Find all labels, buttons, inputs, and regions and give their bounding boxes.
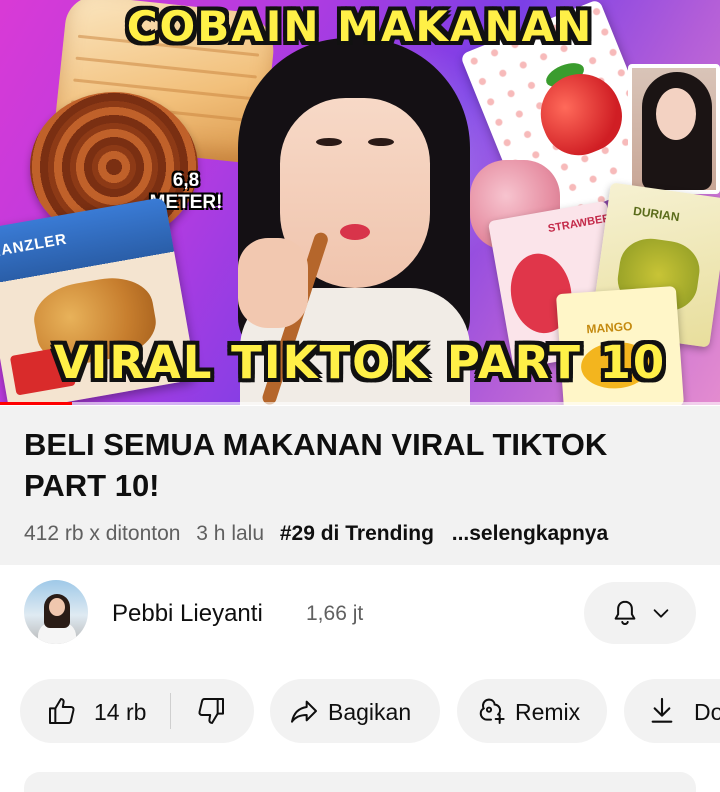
comments-preview-card[interactable] [24,772,696,792]
action-bar: 14 rb Bagikan Remix Do [0,679,720,743]
mango-pack-label: MANGO [585,319,633,337]
upload-age: 3 h lalu [196,522,265,545]
like-count: 14 rb [94,699,147,725]
thumbs-up-icon [49,698,75,724]
kanzler-brand-label: KANZLER [0,230,69,262]
download-button[interactable]: Do [624,679,720,743]
like-button[interactable]: 14 rb [20,679,170,743]
thumbnail-headline-bottom: VIRAL TIKTOK PART 10 [53,336,667,389]
subscriber-count: 1,66 jt [306,602,364,625]
download-icon [651,697,673,723]
durian-pack-label: DURIAN [632,203,681,225]
view-count: 412 rb x ditonton [24,522,181,545]
video-meta-line: 412 rb x ditonton 3 h lalu #29 di Trendi… [24,522,618,546]
remix-button[interactable]: Remix [457,679,607,743]
share-label: Bagikan [328,699,412,725]
playback-progress-bar[interactable] [0,402,720,405]
share-button[interactable]: Bagikan [270,679,440,743]
channel-avatar[interactable] [24,580,88,644]
trending-badge: #29 di Trending [279,522,434,545]
like-dislike-group: 14 rb [20,679,254,743]
video-thumbnail[interactable]: 6,8 METER! KANZLER STRAWBERRY DURIAN MAN… [0,0,720,405]
bell-icon [614,600,636,626]
show-more-link[interactable]: ...selengkapnya [452,522,608,545]
playback-progress-fill [0,402,72,405]
share-icon [291,700,317,723]
video-info-card[interactable]: BELI SEMUA MAKANAN VIRAL TIKTOK PART 10!… [0,406,720,565]
notification-settings-button[interactable] [584,582,696,644]
remix-label: Remix [515,699,581,725]
video-title: BELI SEMUA MAKANAN VIRAL TIKTOK PART 10! [24,427,608,503]
channel-name[interactable]: Pebbi Lieyanti [112,600,263,628]
dislike-button[interactable] [171,679,254,743]
channel-row: Pebbi Lieyanti 1,66 jt [0,580,720,650]
chevron-down-icon [653,609,669,618]
download-label: Do [694,699,720,725]
thumbs-down-icon [198,698,224,724]
thumbnail-headline-top: COBAIN MAKANAN [126,2,594,51]
inset-photo [628,64,720,194]
remix-icon [479,698,505,724]
